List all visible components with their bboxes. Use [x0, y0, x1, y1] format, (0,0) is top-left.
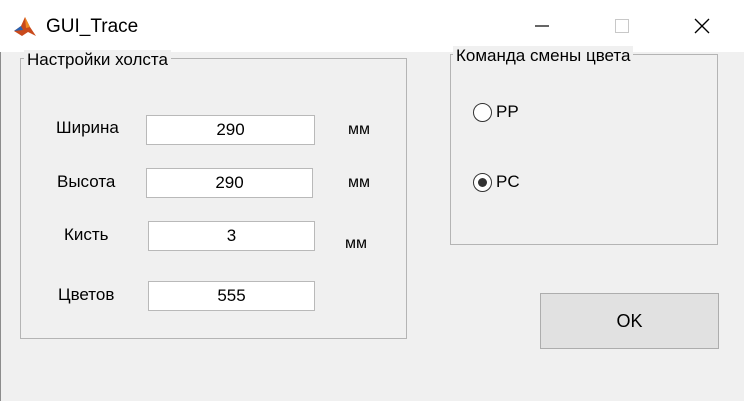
brush-input[interactable]: 3: [148, 221, 315, 251]
brush-label: Кисть: [64, 225, 109, 244]
window-border: [0, 0, 1, 401]
color-command-group: [450, 54, 718, 245]
radio-pp-label: PP: [496, 102, 519, 121]
title-bar[interactable]: GUI_Trace: [0, 0, 744, 52]
radio-pp[interactable]: PP: [473, 102, 519, 122]
minimize-icon: [535, 19, 549, 33]
width-unit: мм: [348, 121, 370, 138]
height-label: Высота: [57, 172, 116, 191]
maximize-button[interactable]: [594, 0, 650, 52]
colors-input[interactable]: 555: [148, 281, 315, 311]
matlab-icon: [12, 14, 38, 40]
canvas-settings-title: Настройки холста: [24, 50, 171, 70]
radio-pp-indicator[interactable]: [473, 102, 492, 122]
ok-button[interactable]: OK: [540, 293, 719, 349]
height-input[interactable]: 290: [146, 168, 313, 198]
close-icon: [694, 18, 710, 34]
brush-unit: мм: [345, 235, 367, 252]
maximize-icon: [615, 19, 629, 33]
color-command-title: Команда смены цвета: [453, 46, 634, 66]
window-title: GUI_Trace: [46, 16, 139, 37]
height-unit: мм: [348, 174, 370, 191]
width-label: Ширина: [56, 118, 119, 137]
radio-pc-label: PC: [496, 172, 520, 191]
radio-pc-indicator[interactable]: [473, 172, 492, 192]
close-button[interactable]: [674, 0, 730, 52]
minimize-button[interactable]: [514, 0, 570, 52]
radio-pc[interactable]: PC: [473, 172, 520, 192]
width-input[interactable]: 290: [146, 115, 315, 145]
colors-label: Цветов: [58, 285, 115, 304]
